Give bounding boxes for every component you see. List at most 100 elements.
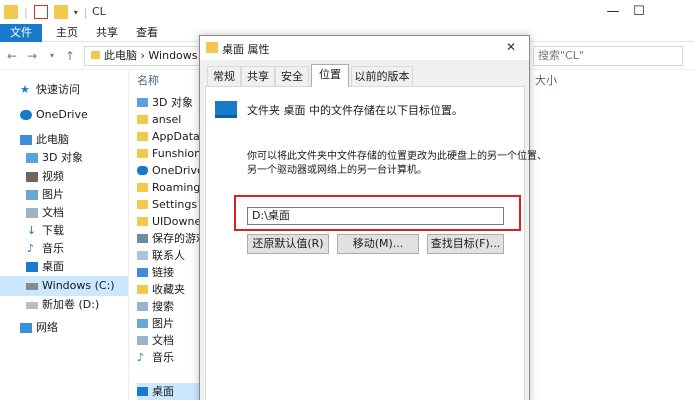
- location-path-input[interactable]: D:\桌面: [247, 207, 504, 225]
- breadcrumb-current[interactable]: Windows: [148, 49, 197, 62]
- cube-icon: [26, 153, 38, 163]
- tab-file[interactable]: 文件: [0, 24, 42, 42]
- cloud-icon: [137, 166, 148, 175]
- list-item[interactable]: 3D 对象: [137, 94, 207, 111]
- list-item[interactable]: Settings: [137, 196, 207, 213]
- search-input[interactable]: 搜索"CL": [533, 46, 683, 66]
- column-header-name[interactable]: 名称: [137, 72, 159, 88]
- breadcrumb-root[interactable]: 此电脑: [104, 49, 137, 62]
- recent-locations-icon[interactable]: ▾: [44, 48, 60, 64]
- folder-icon: [137, 217, 148, 226]
- forward-icon[interactable]: →: [24, 48, 40, 64]
- maximize-button[interactable]: ☐: [616, 0, 662, 24]
- sidebar-item-pictures[interactable]: 图片: [0, 185, 128, 205]
- new-folder-icon[interactable]: [53, 5, 68, 19]
- document-icon: [137, 336, 148, 345]
- sidebar-item-music[interactable]: ♪ 音乐: [0, 239, 128, 259]
- image-icon: [26, 190, 38, 200]
- network-icon: [20, 323, 32, 333]
- drive-icon: [26, 302, 38, 309]
- restore-default-button[interactable]: 还原默认值(R): [247, 234, 329, 254]
- list-item[interactable]: 收藏夹: [137, 281, 207, 298]
- cube-icon: [137, 98, 148, 107]
- desktop-icon: [215, 101, 237, 118]
- list-item[interactable]: 桌面: [137, 383, 207, 400]
- sidebar-item-this-pc[interactable]: 此电脑: [0, 130, 128, 150]
- desktop-icon: [26, 262, 38, 272]
- image-icon: [137, 319, 148, 328]
- folder-icon: [91, 51, 100, 59]
- sidebar-item-drive-d[interactable]: 新加卷 (D:): [0, 295, 128, 315]
- video-icon: [26, 172, 38, 182]
- tab-general[interactable]: 常规: [207, 66, 241, 86]
- list-item[interactable]: Funshion: [137, 145, 207, 162]
- tab-location[interactable]: 位置: [311, 64, 349, 87]
- properties-icon[interactable]: [33, 5, 48, 19]
- list-item[interactable]: 文档: [137, 332, 207, 349]
- list-item[interactable]: 联系人: [137, 247, 207, 264]
- properties-dialog: 桌面 属性 ✕ 常规 共享 安全 位置 以前的版本 文件夹 桌面 中的文件存储在…: [199, 35, 547, 400]
- list-item[interactable]: ♪ 音乐: [137, 349, 207, 366]
- saved-games-icon: [137, 234, 148, 243]
- folder-icon: [137, 132, 148, 141]
- drive-icon: [26, 283, 38, 290]
- move-button[interactable]: 移动(M)...: [337, 234, 419, 254]
- cloud-icon: [20, 110, 32, 120]
- contacts-icon: [137, 251, 148, 260]
- sidebar-item-onedrive[interactable]: OneDrive: [0, 105, 128, 125]
- link-icon: [137, 268, 148, 277]
- star-icon: ★: [20, 83, 30, 96]
- chevron-down-icon[interactable]: ▾: [74, 8, 78, 17]
- star-icon: [137, 285, 148, 294]
- address-input[interactable]: 此电脑 › Windows: [84, 46, 204, 66]
- list-item[interactable]: 搜索: [137, 298, 207, 315]
- list-item[interactable]: UIDowner: [137, 213, 207, 230]
- sidebar-item-network[interactable]: 网络: [0, 318, 128, 338]
- download-icon: ↓: [27, 224, 37, 237]
- location-panel: 文件夹 桌面 中的文件存储在以下目标位置。 你可以将此文件夹中文件存储的位置更改…: [205, 86, 547, 400]
- location-info-text: 文件夹 桌面 中的文件存储在以下目标位置。: [247, 104, 463, 117]
- navigation-pane: ★ 快速访问 OneDrive 此电脑 3D 对象 视频 图片 文档 ↓ 下载 …: [0, 70, 128, 400]
- tab-sharing[interactable]: 共享: [241, 66, 275, 86]
- folder-icon: [137, 149, 148, 158]
- list-item[interactable]: 图片: [137, 315, 207, 332]
- list-item[interactable]: 保存的游戏: [137, 230, 207, 247]
- sidebar-item-3d-objects[interactable]: 3D 对象: [0, 148, 128, 168]
- column-header-size[interactable]: 大小: [535, 72, 557, 88]
- search-icon: [137, 302, 148, 311]
- computer-icon: [20, 135, 32, 145]
- folder-icon: [137, 115, 148, 124]
- folder-icon: [4, 5, 18, 19]
- dialog-title: 桌面 属性: [222, 43, 270, 56]
- list-item[interactable]: ansel: [137, 111, 207, 128]
- back-icon[interactable]: ←: [4, 48, 20, 64]
- sidebar-item-desktop[interactable]: 桌面: [0, 257, 128, 277]
- list-item[interactable]: OneDrive: [137, 162, 207, 179]
- sidebar-item-quick-access[interactable]: ★ 快速访问: [0, 80, 128, 100]
- music-icon: ♪: [27, 242, 35, 255]
- tab-previous-versions[interactable]: 以前的版本: [351, 66, 413, 86]
- folder-icon: [137, 200, 148, 209]
- close-button[interactable]: ✕: [506, 40, 516, 54]
- title-bar: | ▾ | CL — ☐: [0, 0, 694, 24]
- list-item[interactable]: 链接: [137, 264, 207, 281]
- tab-home[interactable]: 主页: [46, 24, 88, 42]
- tab-security[interactable]: 安全: [275, 66, 309, 86]
- quick-access-toolbar: | ▾ |: [4, 4, 87, 20]
- folder-icon: [137, 183, 148, 192]
- sidebar-item-videos[interactable]: 视频: [0, 167, 128, 187]
- music-icon: ♪: [137, 351, 145, 364]
- up-icon[interactable]: ↑: [62, 48, 78, 64]
- document-icon: [26, 208, 38, 218]
- sidebar-item-documents[interactable]: 文档: [0, 203, 128, 223]
- sidebar-item-drive-c[interactable]: Windows (C:): [0, 276, 128, 296]
- dialog-title-bar[interactable]: 桌面 属性 ✕: [200, 36, 529, 60]
- sidebar-item-downloads[interactable]: ↓ 下载: [0, 221, 128, 241]
- find-target-button[interactable]: 查找目标(F)...: [427, 234, 504, 254]
- tab-share[interactable]: 共享: [86, 24, 128, 42]
- list-item[interactable]: AppData: [137, 128, 207, 145]
- list-item[interactable]: Roaming: [137, 179, 207, 196]
- tab-view[interactable]: 查看: [126, 24, 168, 42]
- window-title: CL: [92, 5, 106, 18]
- pane-splitter[interactable]: [128, 70, 129, 400]
